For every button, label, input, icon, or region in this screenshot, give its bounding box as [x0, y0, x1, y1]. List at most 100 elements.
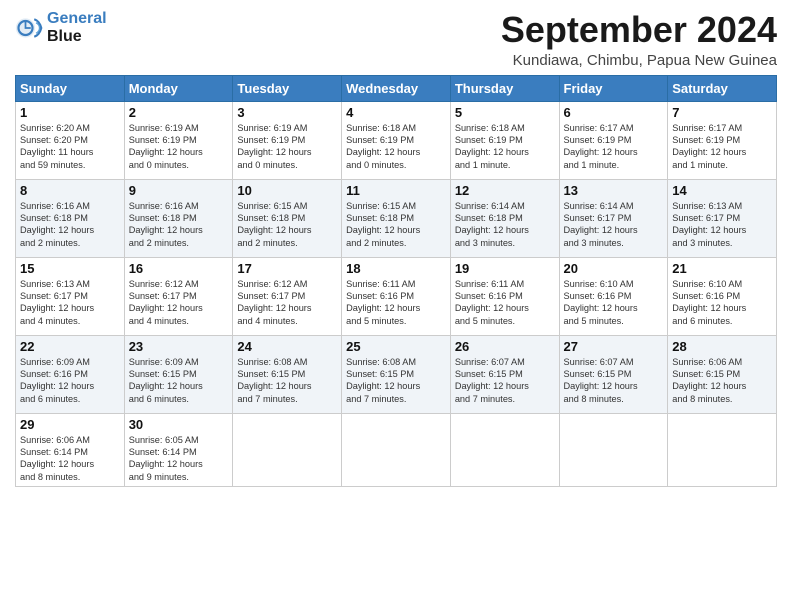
day-number: 18 [346, 261, 446, 276]
day-info: Sunrise: 6:07 AMSunset: 6:15 PMDaylight:… [455, 356, 555, 406]
header: General Blue September 2024 Kundiawa, Ch… [15, 10, 777, 69]
day-info: Sunrise: 6:06 AMSunset: 6:14 PMDaylight:… [20, 434, 120, 484]
day-info: Sunrise: 6:12 AMSunset: 6:17 PMDaylight:… [237, 278, 337, 328]
table-row: 26 Sunrise: 6:07 AMSunset: 6:15 PMDayligh… [450, 335, 559, 413]
table-row: 23 Sunrise: 6:09 AMSunset: 6:15 PMDayligh… [124, 335, 233, 413]
table-row: 3Sunrise: 6:19 AMSunset: 6:19 PMDaylight… [233, 101, 342, 179]
col-friday: Friday [559, 75, 668, 101]
day-number: 26 [455, 339, 555, 354]
table-row: 2 Sunrise: 6:19 AMSunset: 6:19 PMDaylight… [124, 101, 233, 179]
table-row: 14Sunrise: 6:13 AMSunset: 6:17 PMDayligh… [668, 179, 777, 257]
calendar-table: Sunday Monday Tuesday Wednesday Thursday… [15, 75, 777, 488]
day-number: 13 [564, 183, 664, 198]
day-number: 11 [346, 183, 446, 198]
table-row: 25 Sunrise: 6:08 AMSunset: 6:15 PMDayligh… [342, 335, 451, 413]
day-number: 2 [129, 105, 229, 120]
day-info: Sunrise: 6:17 AMSunset: 6:19 PMDaylight:… [672, 122, 772, 172]
day-number: 25 [346, 339, 446, 354]
table-row: 21 Sunrise: 6:10 AMSunset: 6:16 PMDayligh… [668, 257, 777, 335]
day-number: 3 [237, 105, 337, 120]
day-number: 15 [20, 261, 120, 276]
col-sunday: Sunday [16, 75, 125, 101]
table-row: 1Sunrise: 6:20 AMSunset: 6:20 PMDaylight… [16, 101, 125, 179]
table-row: 17 Sunrise: 6:12 AMSunset: 6:17 PMDayligh… [233, 257, 342, 335]
day-number: 1 [20, 105, 120, 120]
table-row [559, 413, 668, 487]
day-info: Sunrise: 6:10 AMSunset: 6:16 PMDaylight:… [564, 278, 664, 328]
day-info: Sunrise: 6:08 AMSunset: 6:15 PMDaylight:… [346, 356, 446, 406]
day-info: Sunrise: 6:07 AMSunset: 6:15 PMDaylight:… [564, 356, 664, 406]
day-number: 22 [20, 339, 120, 354]
day-number: 10 [237, 183, 337, 198]
day-number: 8 [20, 183, 120, 198]
col-wednesday: Wednesday [342, 75, 451, 101]
day-number: 20 [564, 261, 664, 276]
month-title: September 2024 [501, 10, 777, 50]
table-row: 6Sunrise: 6:17 AMSunset: 6:19 PMDaylight… [559, 101, 668, 179]
logo-icon [15, 14, 43, 42]
day-info: Sunrise: 6:18 AMSunset: 6:19 PMDaylight:… [455, 122, 555, 172]
day-number: 23 [129, 339, 229, 354]
day-number: 27 [564, 339, 664, 354]
day-info: Sunrise: 6:05 AMSunset: 6:14 PMDaylight:… [129, 434, 229, 484]
table-row: 27 Sunrise: 6:07 AMSunset: 6:15 PMDayligh… [559, 335, 668, 413]
day-info: Sunrise: 6:18 AMSunset: 6:19 PMDaylight:… [346, 122, 446, 172]
day-info: Sunrise: 6:16 AMSunset: 6:18 PMDaylight:… [129, 200, 229, 250]
day-number: 14 [672, 183, 772, 198]
table-row: 9 Sunrise: 6:16 AMSunset: 6:18 PMDaylight… [124, 179, 233, 257]
table-row [342, 413, 451, 487]
day-number: 24 [237, 339, 337, 354]
page-container: General Blue September 2024 Kundiawa, Ch… [0, 0, 792, 497]
table-row: 19 Sunrise: 6:11 AMSunset: 6:16 PMDayligh… [450, 257, 559, 335]
table-row: 13Sunrise: 6:14 AMSunset: 6:17 PMDayligh… [559, 179, 668, 257]
day-info: Sunrise: 6:06 AMSunset: 6:15 PMDaylight:… [672, 356, 772, 406]
day-info: Sunrise: 6:16 AMSunset: 6:18 PMDaylight:… [20, 200, 120, 250]
table-row: 10 Sunrise: 6:15 AMSunset: 6:18 PMDayligh… [233, 179, 342, 257]
day-info: Sunrise: 6:12 AMSunset: 6:17 PMDaylight:… [129, 278, 229, 328]
day-number: 4 [346, 105, 446, 120]
col-monday: Monday [124, 75, 233, 101]
day-number: 6 [564, 105, 664, 120]
day-number: 30 [129, 417, 229, 432]
day-number: 19 [455, 261, 555, 276]
table-row: 20 Sunrise: 6:10 AMSunset: 6:16 PMDayligh… [559, 257, 668, 335]
day-number: 5 [455, 105, 555, 120]
table-row: 24 Sunrise: 6:08 AMSunset: 6:15 PMDayligh… [233, 335, 342, 413]
table-row: 8 Sunrise: 6:16 AMSunset: 6:18 PMDaylight… [16, 179, 125, 257]
day-number: 7 [672, 105, 772, 120]
col-tuesday: Tuesday [233, 75, 342, 101]
day-number: 16 [129, 261, 229, 276]
table-row: 5 Sunrise: 6:18 AMSunset: 6:19 PMDaylight… [450, 101, 559, 179]
day-number: 21 [672, 261, 772, 276]
table-row: 4 Sunrise: 6:18 AMSunset: 6:19 PMDaylight… [342, 101, 451, 179]
title-area: September 2024 Kundiawa, Chimbu, Papua N… [501, 10, 777, 69]
table-row [450, 413, 559, 487]
day-info: Sunrise: 6:11 AMSunset: 6:16 PMDaylight:… [455, 278, 555, 328]
day-info: Sunrise: 6:14 AMSunset: 6:18 PMDaylight:… [455, 200, 555, 250]
day-number: 9 [129, 183, 229, 198]
calendar-header-row: Sunday Monday Tuesday Wednesday Thursday… [16, 75, 777, 101]
col-thursday: Thursday [450, 75, 559, 101]
day-number: 12 [455, 183, 555, 198]
day-info: Sunrise: 6:08 AMSunset: 6:15 PMDaylight:… [237, 356, 337, 406]
day-info: Sunrise: 6:15 AMSunset: 6:18 PMDaylight:… [346, 200, 446, 250]
table-row: 22 Sunrise: 6:09 AMSunset: 6:16 PMDayligh… [16, 335, 125, 413]
day-info: Sunrise: 6:19 AMSunset: 6:19 PMDaylight:… [129, 122, 229, 172]
logo: General Blue [15, 10, 107, 45]
table-row: 11 Sunrise: 6:15 AMSunset: 6:18 PMDayligh… [342, 179, 451, 257]
table-row: 7 Sunrise: 6:17 AMSunset: 6:19 PMDaylight… [668, 101, 777, 179]
logo-text: General Blue [47, 10, 107, 45]
day-number: 28 [672, 339, 772, 354]
day-info: Sunrise: 6:10 AMSunset: 6:16 PMDaylight:… [672, 278, 772, 328]
day-number: 17 [237, 261, 337, 276]
day-info: Sunrise: 6:11 AMSunset: 6:16 PMDaylight:… [346, 278, 446, 328]
day-number: 29 [20, 417, 120, 432]
day-info: Sunrise: 6:15 AMSunset: 6:18 PMDaylight:… [237, 200, 337, 250]
table-row [233, 413, 342, 487]
day-info: Sunrise: 6:09 AMSunset: 6:16 PMDaylight:… [20, 356, 120, 406]
day-info: Sunrise: 6:09 AMSunset: 6:15 PMDaylight:… [129, 356, 229, 406]
col-saturday: Saturday [668, 75, 777, 101]
table-row: 15 Sunrise: 6:13 AMSunset: 6:17 PMDayligh… [16, 257, 125, 335]
table-row [668, 413, 777, 487]
day-info: Sunrise: 6:13 AMSunset: 6:17 PMDaylight:… [20, 278, 120, 328]
